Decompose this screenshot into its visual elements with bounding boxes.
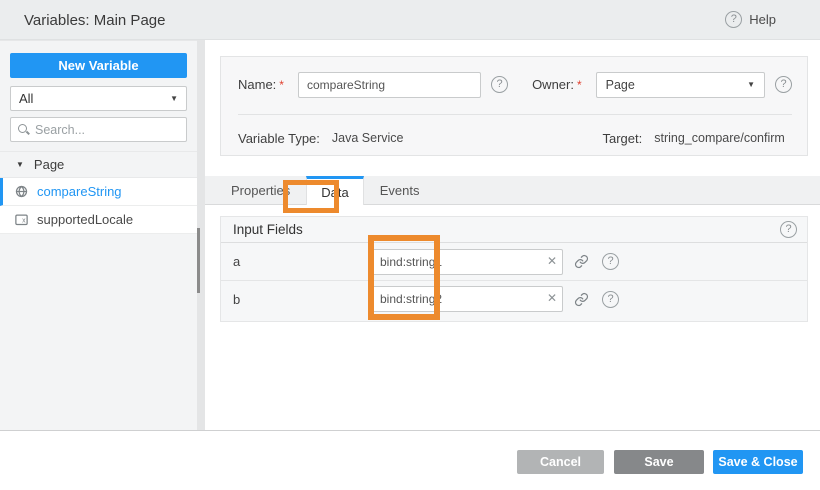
tab-properties[interactable]: Properties bbox=[215, 176, 306, 204]
input-field-row-b: b ✕ ? bbox=[221, 280, 807, 317]
bind-link-icon[interactable] bbox=[574, 292, 589, 307]
chevron-down-icon: ▼ bbox=[170, 94, 178, 103]
input-fields-header: Input Fields ? bbox=[221, 217, 807, 243]
required-marker: * bbox=[577, 78, 582, 92]
detail-tabbar: Properties Data Events bbox=[205, 176, 820, 205]
variable-icon: x bbox=[14, 212, 29, 227]
help-icon: ? bbox=[725, 11, 742, 28]
collapse-caret-icon: ▼ bbox=[16, 160, 24, 169]
name-label: Name: bbox=[238, 77, 276, 92]
service-icon bbox=[14, 184, 29, 199]
binding-input-b[interactable] bbox=[371, 286, 563, 312]
chevron-down-icon: ▼ bbox=[747, 80, 755, 89]
variable-detail-panel: Name: * ? Owner: * Page ▼ ? Variable Typ… bbox=[205, 40, 820, 430]
clear-icon[interactable]: ✕ bbox=[547, 254, 557, 270]
owner-selected-value: Page bbox=[606, 78, 635, 92]
help-label: Help bbox=[749, 12, 776, 27]
name-help-icon[interactable]: ? bbox=[491, 76, 508, 93]
page-title: Variables: Main Page bbox=[24, 12, 165, 29]
tab-data[interactable]: Data bbox=[306, 176, 363, 205]
search-icon bbox=[18, 124, 29, 135]
dialog-footer: Cancel Save Save & Close bbox=[0, 430, 820, 490]
field-help-icon[interactable]: ? bbox=[602, 291, 619, 308]
tree-group-label: Page bbox=[34, 157, 64, 172]
owner-label: Owner: bbox=[532, 77, 574, 92]
input-fields-title: Input Fields bbox=[233, 222, 303, 237]
tab-events[interactable]: Events bbox=[364, 176, 436, 204]
save-and-close-button[interactable]: Save & Close bbox=[713, 450, 803, 474]
input-fields-section: Input Fields ? a ✕ ? b bbox=[220, 216, 808, 322]
search-input[interactable] bbox=[35, 123, 165, 137]
svg-text:x: x bbox=[22, 218, 26, 225]
field-label: b bbox=[233, 292, 371, 307]
target-value: string_compare/confirm bbox=[654, 131, 785, 145]
variable-summary-form: Name: * ? Owner: * Page ▼ ? Variable Typ… bbox=[220, 56, 808, 156]
input-fields-help-icon[interactable]: ? bbox=[780, 221, 797, 238]
variables-sidebar: New Variable All ▼ ▼ Page compareS bbox=[0, 40, 197, 430]
tree-item-label: supportedLocale bbox=[37, 212, 133, 227]
search-box bbox=[10, 117, 187, 142]
required-marker: * bbox=[279, 78, 284, 92]
dialog-header: Variables: Main Page ? Help bbox=[0, 0, 820, 40]
form-divider bbox=[238, 114, 792, 115]
variables-tree: ▼ Page compareString x bbox=[0, 151, 197, 234]
binding-input-a[interactable] bbox=[371, 249, 563, 275]
cancel-button[interactable]: Cancel bbox=[517, 450, 604, 474]
tree-group-page[interactable]: ▼ Page bbox=[0, 151, 197, 178]
name-input[interactable] bbox=[298, 72, 481, 98]
owner-select[interactable]: Page ▼ bbox=[596, 72, 765, 98]
help-button[interactable]: ? Help bbox=[725, 11, 776, 28]
variable-type-label: Variable Type: bbox=[238, 131, 320, 146]
field-label: a bbox=[233, 254, 371, 269]
owner-help-icon[interactable]: ? bbox=[775, 76, 792, 93]
new-variable-button[interactable]: New Variable bbox=[10, 53, 187, 78]
filter-select[interactable]: All ▼ bbox=[10, 86, 187, 111]
filter-selected-value: All bbox=[19, 91, 33, 106]
tree-item-label: compareString bbox=[37, 184, 122, 199]
variable-type-value: Java Service bbox=[332, 131, 404, 145]
save-button[interactable]: Save bbox=[614, 450, 704, 474]
field-help-icon[interactable]: ? bbox=[602, 253, 619, 270]
input-field-row-a: a ✕ ? bbox=[221, 243, 807, 280]
target-label: Target: bbox=[602, 131, 642, 146]
variables-dialog: Variables: Main Page ? Help New Variable… bbox=[0, 0, 820, 490]
tree-item-comparestring[interactable]: compareString bbox=[0, 178, 197, 206]
bind-link-icon[interactable] bbox=[574, 254, 589, 269]
clear-icon[interactable]: ✕ bbox=[547, 291, 557, 307]
tree-item-supportedlocale[interactable]: x supportedLocale bbox=[0, 206, 197, 234]
sidebar-scrollbar-thumb[interactable] bbox=[197, 228, 200, 293]
